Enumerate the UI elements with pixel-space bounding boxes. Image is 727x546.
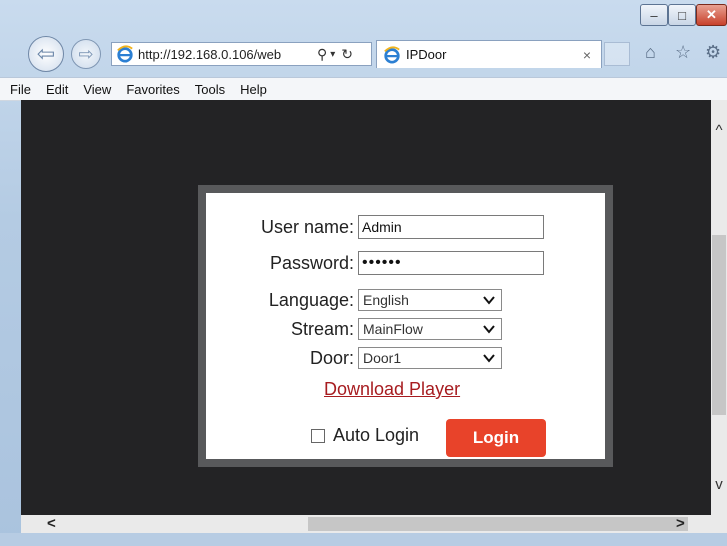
username-label: User name:: [260, 216, 354, 237]
vertical-scrollbar[interactable]: ^ v: [711, 100, 727, 515]
menu-file[interactable]: File: [10, 82, 31, 97]
refresh-icon[interactable]: ↻: [341, 46, 353, 63]
password-label: Password:: [269, 252, 354, 273]
username-field[interactable]: Admin: [358, 215, 544, 239]
scroll-up-icon[interactable]: ^: [711, 122, 727, 139]
menu-help[interactable]: Help: [240, 82, 267, 97]
search-icon[interactable]: ⚲: [317, 46, 327, 63]
chevron-down-icon: [483, 354, 495, 363]
horizontal-scrollbar[interactable]: < >: [21, 515, 711, 533]
tools-gear-icon[interactable]: ⚙: [705, 42, 721, 63]
maximize-button[interactable]: □: [668, 4, 696, 26]
scroll-down-icon[interactable]: v: [711, 476, 727, 493]
password-field[interactable]: ••••••: [358, 251, 544, 275]
chevron-down-icon: [483, 325, 495, 334]
home-icon[interactable]: ⌂: [645, 42, 656, 63]
door-value: Door1: [363, 350, 402, 366]
minimize-button[interactable]: –: [640, 4, 668, 26]
language-value: English: [363, 292, 409, 308]
forward-arrow-icon: ⇨: [78, 43, 94, 64]
forward-button[interactable]: ⇨: [71, 39, 101, 69]
scroll-right-icon[interactable]: >: [676, 515, 685, 532]
minimize-icon: –: [650, 7, 658, 23]
vertical-scroll-thumb[interactable]: [712, 235, 726, 415]
chevron-down-icon: [483, 296, 495, 305]
window-bottom-frame: [0, 533, 727, 546]
login-button[interactable]: Login: [446, 419, 546, 457]
tab-ipdoor[interactable]: IPDoor ×: [376, 40, 602, 68]
login-form: User name: Admin Password: •••••• Langua…: [206, 193, 605, 459]
language-select[interactable]: English: [358, 289, 502, 311]
door-select[interactable]: Door1: [358, 347, 502, 369]
menu-bar: File Edit View Favorites Tools Help: [0, 77, 727, 101]
ie-tab-icon: [384, 45, 400, 64]
download-player-link[interactable]: Download Player: [324, 379, 460, 400]
background-title-blur: [30, 6, 34, 21]
tab-title: IPDoor: [406, 47, 447, 62]
tab-close-icon[interactable]: ×: [583, 47, 591, 63]
back-arrow-icon: ⇦: [36, 41, 56, 66]
login-panel: User name: Admin Password: •••••• Langua…: [198, 185, 613, 467]
stream-value: MainFlow: [363, 321, 423, 337]
address-url[interactable]: http://192.168.0.106/web: [138, 47, 313, 62]
back-button[interactable]: ⇦: [28, 36, 64, 72]
maximize-icon: □: [678, 7, 686, 23]
auto-login-label: Auto Login: [333, 425, 420, 445]
scrollbar-corner: [711, 515, 727, 533]
door-label: Door:: [309, 347, 354, 368]
ie-logo-icon: [117, 45, 133, 63]
menu-favorites[interactable]: Favorites: [126, 82, 179, 97]
address-bar[interactable]: http://192.168.0.106/web ⚲ ▾ ↻: [111, 42, 372, 66]
scroll-left-icon[interactable]: <: [47, 515, 56, 532]
close-icon: ✕: [706, 7, 717, 22]
language-label: Language:: [268, 289, 354, 310]
menu-edit[interactable]: Edit: [46, 82, 68, 97]
address-dropdown-icon[interactable]: ▾: [330, 49, 335, 60]
horizontal-scroll-thumb[interactable]: [308, 517, 688, 531]
menu-tools[interactable]: Tools: [195, 82, 225, 97]
new-tab-button[interactable]: [604, 42, 630, 66]
close-window-button[interactable]: ✕: [696, 4, 727, 26]
browser-window: – □ ✕ ⇦ ⇨ http://192.168.0.106/web ⚲ ▾ ↻…: [0, 0, 727, 546]
auto-login-checkbox[interactable]: [311, 429, 325, 443]
stream-label: Stream:: [290, 318, 354, 339]
menu-view[interactable]: View: [83, 82, 111, 97]
stream-select[interactable]: MainFlow: [358, 318, 502, 340]
favorites-star-icon[interactable]: ☆: [675, 42, 691, 63]
